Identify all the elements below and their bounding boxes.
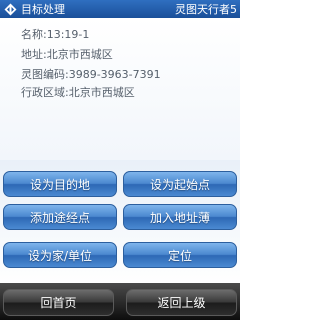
- info-row-name: 名称:13:19-1: [21, 26, 89, 42]
- home-button[interactable]: 回首页: [3, 289, 114, 316]
- title-bar: 目标处理 灵图天行者5: [0, 0, 240, 18]
- action-buttons: 设为目的地 设为起始点 添加途经点 加入地址薄 设为家/单位 定位: [0, 160, 240, 285]
- page-title: 目标处理: [21, 3, 65, 16]
- info-label: 地址:: [21, 48, 47, 61]
- set-start-button[interactable]: 设为起始点: [123, 171, 237, 197]
- target-info-panel: 名称:13:19-1 地址:北京市西城区 灵图编码:3989-3963-7391…: [0, 18, 240, 160]
- app-name: 灵图天行者5: [175, 3, 237, 16]
- info-row-region: 行政区域:北京市西城区: [21, 84, 135, 100]
- back-button[interactable]: 返回上级: [126, 289, 237, 316]
- info-label: 灵图编码:: [21, 68, 69, 81]
- info-row-address: 地址:北京市西城区: [21, 46, 113, 62]
- set-destination-button[interactable]: 设为目的地: [3, 171, 117, 197]
- info-label: 名称:: [21, 28, 47, 41]
- info-row-code: 灵图编码:3989-3963-7391: [21, 66, 161, 82]
- bottom-bar: 回首页 返回上级: [0, 283, 240, 320]
- info-value: 北京市西城区: [46, 48, 113, 61]
- info-label: 行政区域:: [21, 86, 69, 99]
- diamond-arrows-icon: [3, 2, 17, 16]
- add-waypoint-button[interactable]: 添加途经点: [3, 204, 117, 230]
- add-to-address-book-button[interactable]: 加入地址薄: [123, 204, 237, 230]
- info-value: 北京市西城区: [68, 86, 135, 99]
- info-value: 13:19-1: [46, 28, 90, 41]
- locate-button[interactable]: 定位: [123, 242, 237, 268]
- set-home-work-button[interactable]: 设为家/单位: [3, 242, 117, 268]
- info-value: 3989-3963-7391: [68, 68, 161, 81]
